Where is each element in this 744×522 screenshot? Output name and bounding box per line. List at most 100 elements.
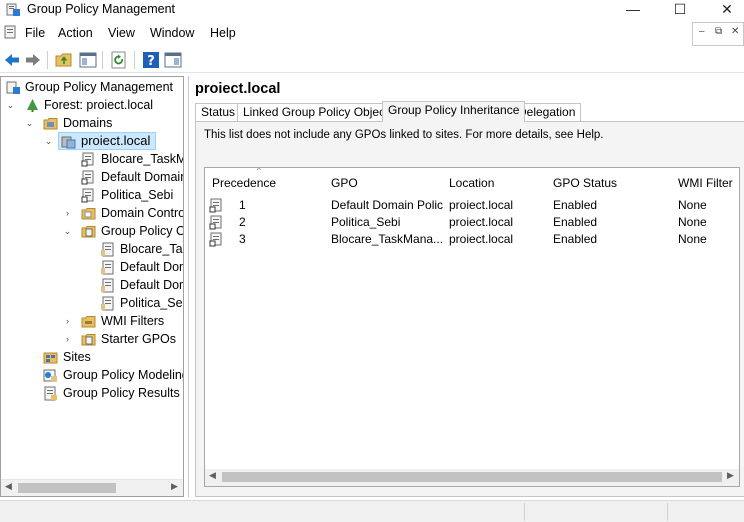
- scroll-thumb[interactable]: [18, 483, 116, 493]
- help-icon[interactable]: ?: [142, 51, 160, 69]
- tree-label-modeling: Group Policy Modeling: [63, 368, 184, 382]
- expand-closed-icon[interactable]: ›: [63, 204, 72, 222]
- column-header-wmi-filter[interactable]: WMI Filter: [678, 168, 733, 192]
- column-header-gpo-status[interactable]: GPO Status: [553, 168, 617, 192]
- tab-linked-gpos[interactable]: Linked Group Policy Objects: [237, 103, 401, 121]
- show-hide-console-tree-icon[interactable]: [79, 51, 97, 69]
- expand-closed-icon[interactable]: ›: [63, 312, 72, 330]
- tree-node-gpo[interactable]: Default Dom: [1, 276, 183, 294]
- table-row[interactable]: 1 Default Domain Policy proiect.local En…: [205, 197, 739, 214]
- scroll-left-icon[interactable]: ◀: [5, 481, 12, 492]
- tree-node-group-policy-objects[interactable]: ⌄ Group Policy Ob: [1, 222, 183, 240]
- tree-node-results[interactable]: Group Policy Results: [1, 384, 183, 402]
- maximize-button[interactable]: ☐: [657, 0, 703, 20]
- tree-label-gpo-link: Politica_Sebi: [101, 188, 174, 202]
- gpo-link-icon: [209, 198, 222, 213]
- tree-node-gpo-link[interactable]: Politica_Sebi: [1, 186, 183, 204]
- cell-status: Enabled: [553, 232, 598, 246]
- cell-precedence: 2: [239, 215, 246, 229]
- tree-label-domain: proiect.local: [81, 133, 151, 148]
- expand-open-icon[interactable]: ⌄: [25, 114, 34, 132]
- tree-node-gpo-link[interactable]: Default Domain: [1, 168, 183, 186]
- cell-gpo: Politica_Sebi: [331, 215, 401, 229]
- column-header-location[interactable]: Location: [449, 168, 494, 192]
- minimize-button[interactable]: —: [610, 0, 656, 20]
- refresh-icon[interactable]: [110, 51, 128, 69]
- mdi-restore-button[interactable]: ⧉: [715, 26, 722, 37]
- properties-pane-icon[interactable]: [164, 51, 182, 69]
- mdi-controls: – ⧉ ✕: [692, 22, 744, 46]
- gpo-link-icon: [209, 232, 222, 247]
- system-menu-icon[interactable]: [4, 25, 19, 40]
- svg-text:?: ?: [147, 54, 155, 69]
- toolbar: ?: [0, 47, 744, 73]
- tab-status[interactable]: Status: [195, 103, 242, 121]
- table-row[interactable]: 2 Politica_Sebi proiect.local Enabled No…: [205, 214, 739, 231]
- menu-action[interactable]: Action: [58, 25, 93, 41]
- menu-window[interactable]: Window: [150, 25, 194, 41]
- scroll-thumb[interactable]: [222, 472, 722, 482]
- tree-node-gpo[interactable]: Politica_Seb: [1, 294, 183, 312]
- tree-node-wmi-filters[interactable]: › WMI Filters: [1, 312, 183, 330]
- tree-node-gpo-link[interactable]: Blocare_TaskMa: [1, 150, 183, 168]
- scroll-left-icon[interactable]: ◀: [209, 470, 216, 481]
- details-pane: proiect.local Status Linked Group Policy…: [188, 76, 744, 497]
- forward-arrow-icon[interactable]: [24, 51, 42, 69]
- mdi-close-button[interactable]: ✕: [731, 26, 739, 37]
- ou-folder-icon: [81, 208, 96, 220]
- gpo-link-icon: [209, 215, 222, 230]
- inheritance-list[interactable]: ^ Precedence GPO Location GPO Status WMI…: [204, 167, 740, 487]
- console-tree[interactable]: Group Policy Management ⌄ Forest: proiec…: [0, 76, 184, 497]
- tree-node-sites[interactable]: Sites: [1, 348, 183, 366]
- info-text: This list does not include any GPOs link…: [204, 129, 604, 141]
- cell-location: proiect.local: [449, 198, 514, 212]
- inheritance-panel: This list does not include any GPOs link…: [195, 121, 744, 497]
- menu-file[interactable]: File: [25, 25, 45, 41]
- tree-node-root[interactable]: Group Policy Management: [1, 78, 183, 96]
- tree-node-starter-gpos[interactable]: › Starter GPOs: [1, 330, 183, 348]
- domains-folder-icon: [43, 118, 58, 130]
- window-title: Group Policy Management: [27, 2, 175, 16]
- list-horizontal-scrollbar[interactable]: ◀ ▶: [205, 469, 739, 486]
- back-arrow-icon[interactable]: [3, 51, 21, 69]
- title-bar: Group Policy Management — ☐ ✕: [0, 0, 744, 20]
- tree-horizontal-scrollbar[interactable]: ◀ ▶: [1, 479, 183, 496]
- menu-bar: File Action View Window Help: [0, 22, 744, 44]
- gpo-icon: [101, 242, 114, 257]
- toolbar-separator: [102, 51, 103, 69]
- tree-node-forest[interactable]: ⌄ Forest: proiect.local: [1, 96, 183, 114]
- folder-up-icon[interactable]: [55, 51, 73, 69]
- toolbar-separator: [47, 51, 48, 69]
- tree-node-modeling[interactable]: Group Policy Modeling: [1, 366, 184, 384]
- tree-node-gpo[interactable]: Default Dom: [1, 258, 183, 276]
- tree-node-domain-controllers[interactable]: › Domain Contro: [1, 204, 183, 222]
- tree-node-domains[interactable]: ⌄ Domains: [1, 114, 183, 132]
- column-header-gpo[interactable]: GPO: [331, 168, 358, 192]
- tree-label-gpo-link: Blocare_TaskMa: [101, 152, 183, 166]
- expand-open-icon[interactable]: ⌄: [44, 132, 53, 150]
- close-button[interactable]: ✕: [704, 0, 744, 20]
- gpo-link-icon: [81, 188, 94, 203]
- cell-precedence: 1: [239, 198, 246, 212]
- scroll-right-icon[interactable]: ▶: [727, 470, 734, 481]
- tree-node-domain[interactable]: ⌄ proiect.local: [1, 132, 183, 150]
- cell-location: proiect.local: [449, 215, 514, 229]
- mdi-minimize-button[interactable]: –: [699, 26, 705, 37]
- domain-icon: [61, 136, 76, 149]
- cell-wmi: None: [678, 198, 707, 212]
- tree-node-gpo[interactable]: Blocare_Task: [1, 240, 183, 258]
- starter-gpo-folder-icon: [81, 334, 96, 346]
- column-header-precedence[interactable]: Precedence: [212, 168, 276, 192]
- sites-icon: [43, 352, 58, 364]
- tab-group-policy-inheritance[interactable]: Group Policy Inheritance: [382, 101, 526, 122]
- menu-help[interactable]: Help: [210, 25, 236, 41]
- expand-closed-icon[interactable]: ›: [63, 330, 72, 348]
- scroll-right-icon[interactable]: ▶: [171, 481, 178, 492]
- tree-label-results: Group Policy Results: [63, 386, 180, 400]
- expand-open-icon[interactable]: ⌄: [63, 222, 72, 240]
- expand-open-icon[interactable]: ⌄: [6, 96, 15, 114]
- menu-view[interactable]: View: [108, 25, 135, 41]
- tree-label-sites: Sites: [63, 350, 91, 364]
- status-bar: [0, 500, 744, 522]
- table-row[interactable]: 3 Blocare_TaskMana... proiect.local Enab…: [205, 231, 739, 248]
